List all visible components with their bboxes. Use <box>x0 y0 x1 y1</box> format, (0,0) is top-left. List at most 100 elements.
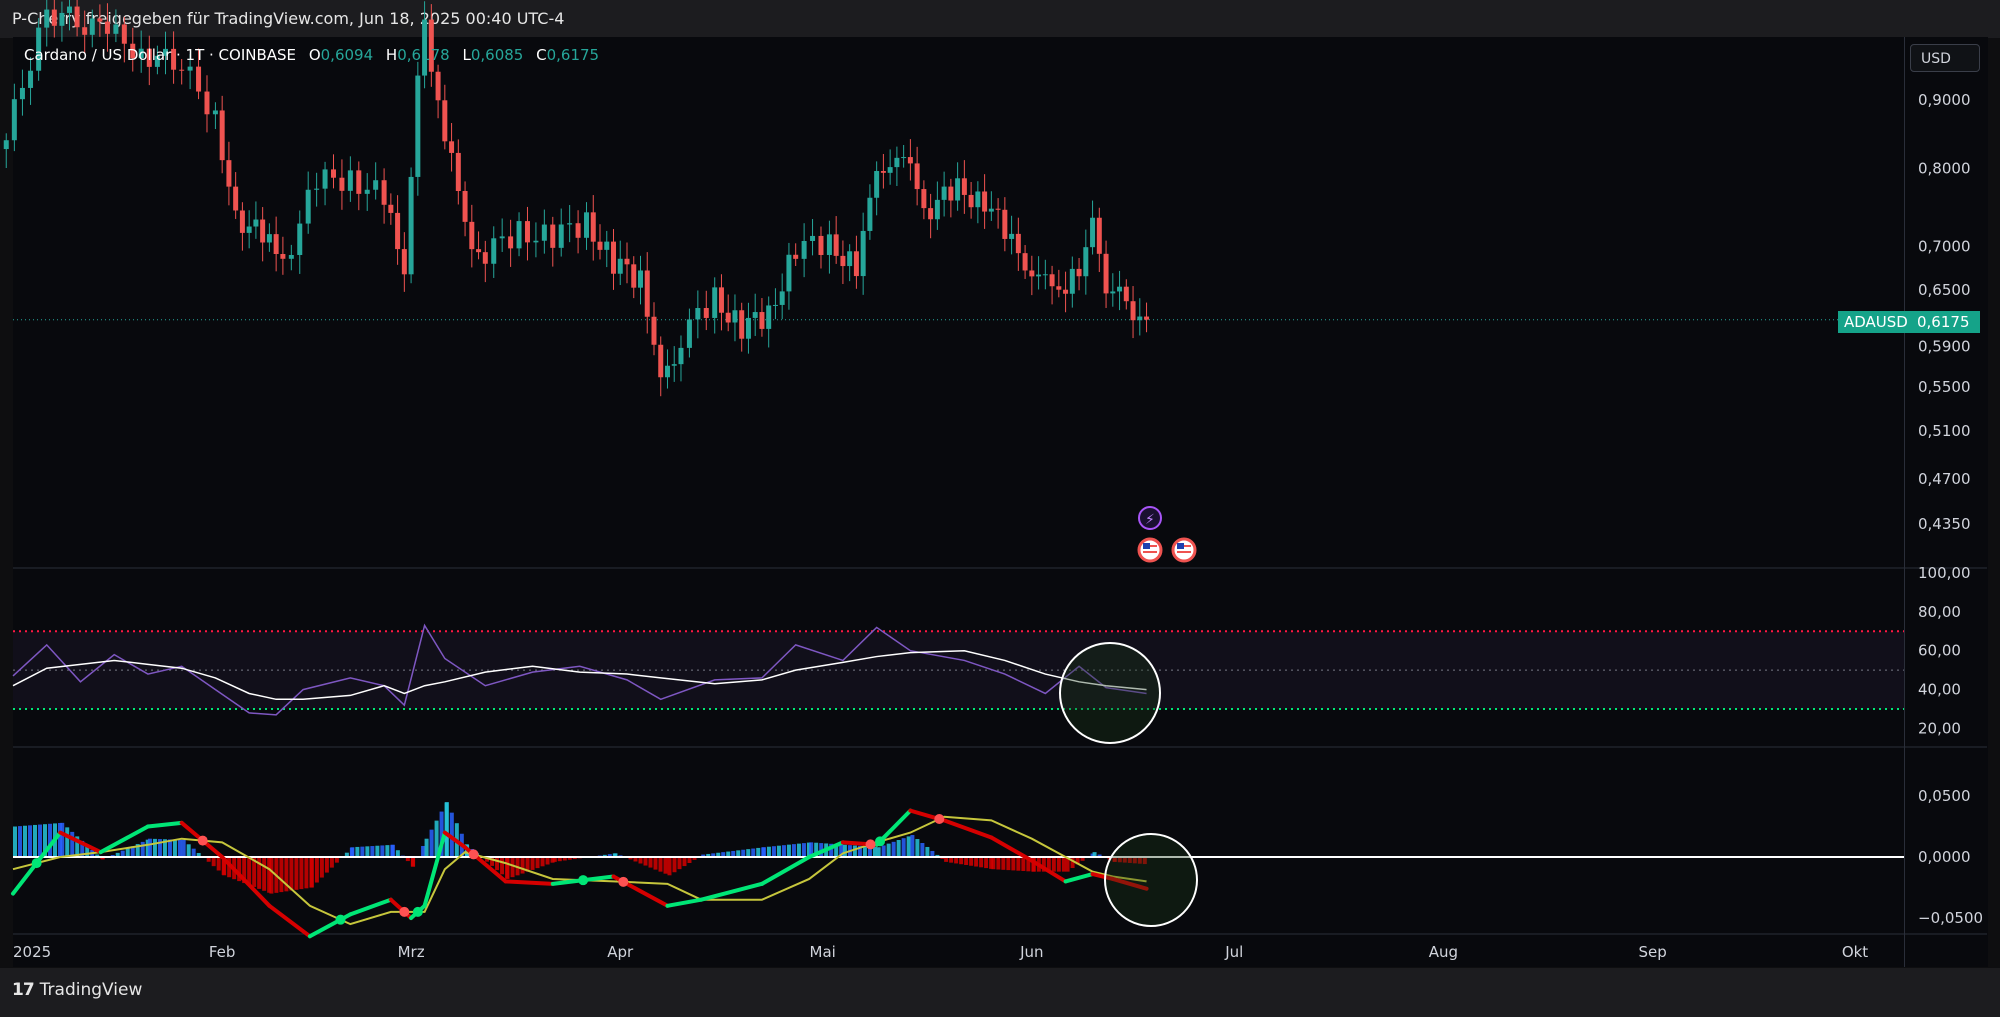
candle <box>550 224 556 248</box>
candle <box>1049 274 1055 287</box>
candle <box>74 6 80 28</box>
candle <box>233 186 239 211</box>
macd-histogram-bar <box>1051 857 1056 872</box>
candle <box>288 254 294 259</box>
candle <box>11 99 17 141</box>
macd-histogram-bar <box>421 845 426 857</box>
candle <box>941 186 947 200</box>
macd-line-segment <box>759 855 812 886</box>
candle <box>508 236 514 249</box>
macd-histogram-bar <box>842 844 847 857</box>
candle <box>1130 301 1136 321</box>
open-value: 0,6094 <box>320 46 374 64</box>
candle <box>89 18 95 35</box>
candle <box>1096 217 1102 254</box>
macd-histogram-bar <box>964 857 969 865</box>
candle <box>1015 233 1021 254</box>
candle <box>867 197 873 231</box>
symbol-name: Cardano / US Dollar · 1T · COINBASE <box>24 46 297 64</box>
macd-histogram-bar <box>901 838 906 857</box>
candle <box>894 157 900 168</box>
candle <box>604 241 610 250</box>
candle <box>637 270 643 288</box>
candle <box>82 27 88 35</box>
candle <box>395 212 401 250</box>
macd-line-segment <box>665 897 704 908</box>
candle <box>435 71 441 101</box>
candle <box>914 163 920 190</box>
candle <box>44 9 50 28</box>
macd-histogram-bar <box>429 829 434 857</box>
macd-tick-label: 0,0500 <box>1918 787 1971 805</box>
close-value: 0,6175 <box>546 46 600 64</box>
candle <box>339 177 345 191</box>
macd-histogram-bar <box>925 846 930 857</box>
macd-histogram-bar <box>741 849 746 857</box>
us-flag-icon <box>1177 551 1191 553</box>
candle <box>187 66 193 71</box>
candle <box>541 224 547 241</box>
candle <box>988 208 994 212</box>
candle <box>860 230 866 277</box>
macd-histogram-bar <box>181 839 186 857</box>
macd-tick-label: 0,0000 <box>1918 848 1971 866</box>
candle <box>482 252 488 264</box>
price-tick-label: 0,4700 <box>1918 470 1971 488</box>
candle <box>575 223 581 238</box>
macd-histogram-bar <box>791 844 796 857</box>
macd-histogram-bar <box>495 857 500 871</box>
candle <box>928 208 934 220</box>
macd-histogram-bar <box>172 839 177 857</box>
candle <box>59 12 65 26</box>
macd-line-segment <box>267 903 312 939</box>
macd-histogram-bar <box>984 857 989 869</box>
candle <box>499 236 505 239</box>
candle <box>121 24 127 44</box>
candle <box>590 212 596 242</box>
macd-histogram-bar <box>411 857 416 867</box>
macd-histogram-bar <box>959 857 964 865</box>
macd-histogram-bar <box>355 846 360 857</box>
macd-cross-dot <box>412 906 423 917</box>
macd-histogram-bar <box>801 843 806 857</box>
candle <box>1083 247 1089 277</box>
macd-histogram-bar <box>920 842 925 857</box>
macd-histogram-bar <box>906 836 911 857</box>
candle <box>330 169 336 178</box>
macd-histogram-bar <box>540 857 545 867</box>
macd-cross-dot <box>31 858 42 869</box>
lightning-icon: ⚡ <box>1145 512 1155 528</box>
candle <box>584 212 590 238</box>
currency-button[interactable]: USD <box>1910 44 1980 72</box>
candle <box>314 188 320 190</box>
candle <box>718 287 724 313</box>
macd-histogram-bar <box>969 857 974 866</box>
tradingview-brand[interactable]: 17 TradingView <box>12 980 142 1000</box>
price-tick-label: 0,8000 <box>1918 160 1971 178</box>
candle <box>853 251 859 277</box>
candle <box>686 319 692 348</box>
macd-histogram-bar <box>28 825 32 857</box>
chart-svg[interactable]: 0,9000 0,8000 0,7000 0,6500 0,5900 0,5500 0,51… <box>0 0 2000 1017</box>
macd-histogram-bar <box>667 857 672 876</box>
macd-line-segment <box>145 820 184 829</box>
candle <box>631 264 637 288</box>
candle <box>415 75 421 177</box>
macd-histogram-bar <box>375 845 380 857</box>
candle <box>1036 274 1042 277</box>
macd-histogram-bar <box>390 844 395 857</box>
macd-histogram-bar <box>545 857 550 865</box>
macd-histogram-bar <box>751 848 756 857</box>
macd-cross-dot <box>934 814 945 825</box>
candle <box>1042 274 1048 276</box>
candle <box>388 204 394 213</box>
candle <box>759 312 765 329</box>
us-flag-icon <box>1143 543 1150 549</box>
rsi-tick-label: 80,00 <box>1918 603 1961 621</box>
macd-cross-dot <box>468 849 479 860</box>
candle <box>874 171 880 198</box>
macd-histogram-bar <box>385 845 390 857</box>
macd-cross-dot <box>875 836 886 847</box>
candle <box>644 270 650 317</box>
candle <box>745 317 751 339</box>
